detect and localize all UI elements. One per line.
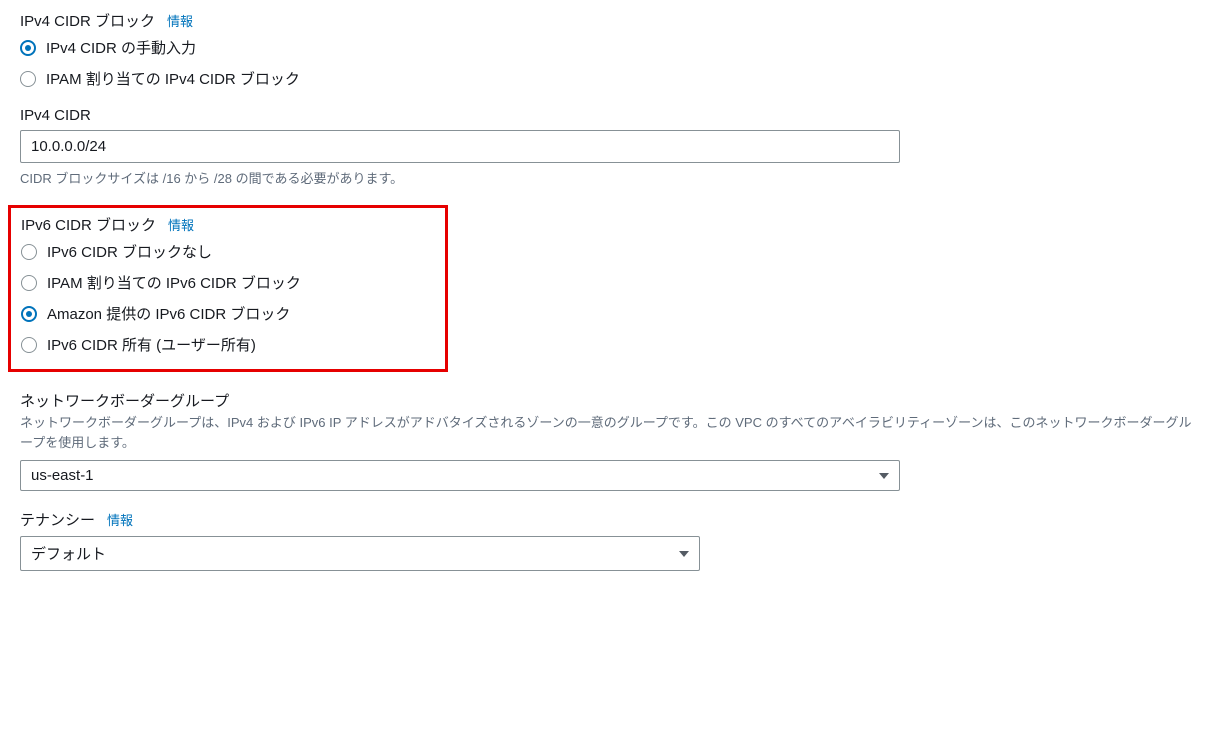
ipv6-cidr-owned-radio[interactable]: IPv6 CIDR 所有 (ユーザー所有) [21,334,435,355]
ipv4-cidr-ipam-radio[interactable]: IPAM 割り当ての IPv4 CIDR ブロック [20,68,1204,89]
network-border-group-field: ネットワークボーダーグループ ネットワークボーダーグループは、IPv4 および … [20,390,1204,491]
ipv4-cidr-block-radio-group: IPv4 CIDR の手動入力 IPAM 割り当ての IPv4 CIDR ブロッ… [20,37,1204,89]
ipv4-cidr-block-info-link[interactable]: 情報 [167,11,193,30]
ipv4-cidr-label: IPv4 CIDR [20,107,91,124]
ipv6-cidr-ipam-radio[interactable]: IPAM 割り当ての IPv6 CIDR ブロック [21,272,435,293]
radio-label: IPv6 CIDR ブロックなし [47,241,212,262]
ipv6-cidr-block-radio-group: IPv6 CIDR ブロックなし IPAM 割り当ての IPv6 CIDR ブロ… [21,241,435,355]
ipv6-cidr-none-radio[interactable]: IPv6 CIDR ブロックなし [21,241,435,262]
ipv4-cidr-field: IPv4 CIDR CIDR ブロックサイズは /16 から /28 の間である… [20,107,1204,187]
tenancy-field: テナンシー 情報 デフォルト [20,509,1204,571]
ipv6-cidr-block-label: IPv6 CIDR ブロック [21,214,156,235]
radio-label: IPv6 CIDR 所有 (ユーザー所有) [47,334,256,355]
ipv4-cidr-block-field: IPv4 CIDR ブロック 情報 IPv4 CIDR の手動入力 IPAM 割… [20,10,1204,89]
radio-label: IPAM 割り当ての IPv6 CIDR ブロック [47,272,301,293]
chevron-down-icon [879,473,889,479]
ipv4-cidr-manual-radio[interactable]: IPv4 CIDR の手動入力 [20,37,1204,58]
network-border-group-select[interactable]: us-east-1 [20,460,900,491]
tenancy-select[interactable]: デフォルト [20,536,700,571]
radio-icon [21,306,37,322]
ipv4-cidr-helper: CIDR ブロックサイズは /16 から /28 の間である必要があります。 [20,168,1204,187]
tenancy-value: デフォルト [31,543,106,564]
ipv4-cidr-block-label: IPv4 CIDR ブロック [20,10,155,31]
network-border-group-label: ネットワークボーダーグループ [20,390,229,411]
network-border-group-value: us-east-1 [31,467,94,484]
radio-icon [20,40,36,56]
radio-icon [20,71,36,87]
radio-icon [21,275,37,291]
ipv4-cidr-input[interactable] [20,130,900,163]
radio-icon [21,244,37,260]
chevron-down-icon [679,551,689,557]
ipv6-cidr-block-highlight: IPv6 CIDR ブロック 情報 IPv6 CIDR ブロックなし IPAM … [8,205,448,372]
network-border-group-description: ネットワークボーダーグループは、IPv4 および IPv6 IP アドレスがアド… [20,413,1200,452]
ipv6-cidr-amazon-radio[interactable]: Amazon 提供の IPv6 CIDR ブロック [21,303,435,324]
radio-icon [21,337,37,353]
radio-label: Amazon 提供の IPv6 CIDR ブロック [47,303,290,324]
tenancy-label: テナンシー [20,509,95,530]
radio-label: IPAM 割り当ての IPv4 CIDR ブロック [46,68,300,89]
ipv6-cidr-block-info-link[interactable]: 情報 [168,215,194,234]
tenancy-info-link[interactable]: 情報 [107,510,133,529]
radio-label: IPv4 CIDR の手動入力 [46,37,196,58]
